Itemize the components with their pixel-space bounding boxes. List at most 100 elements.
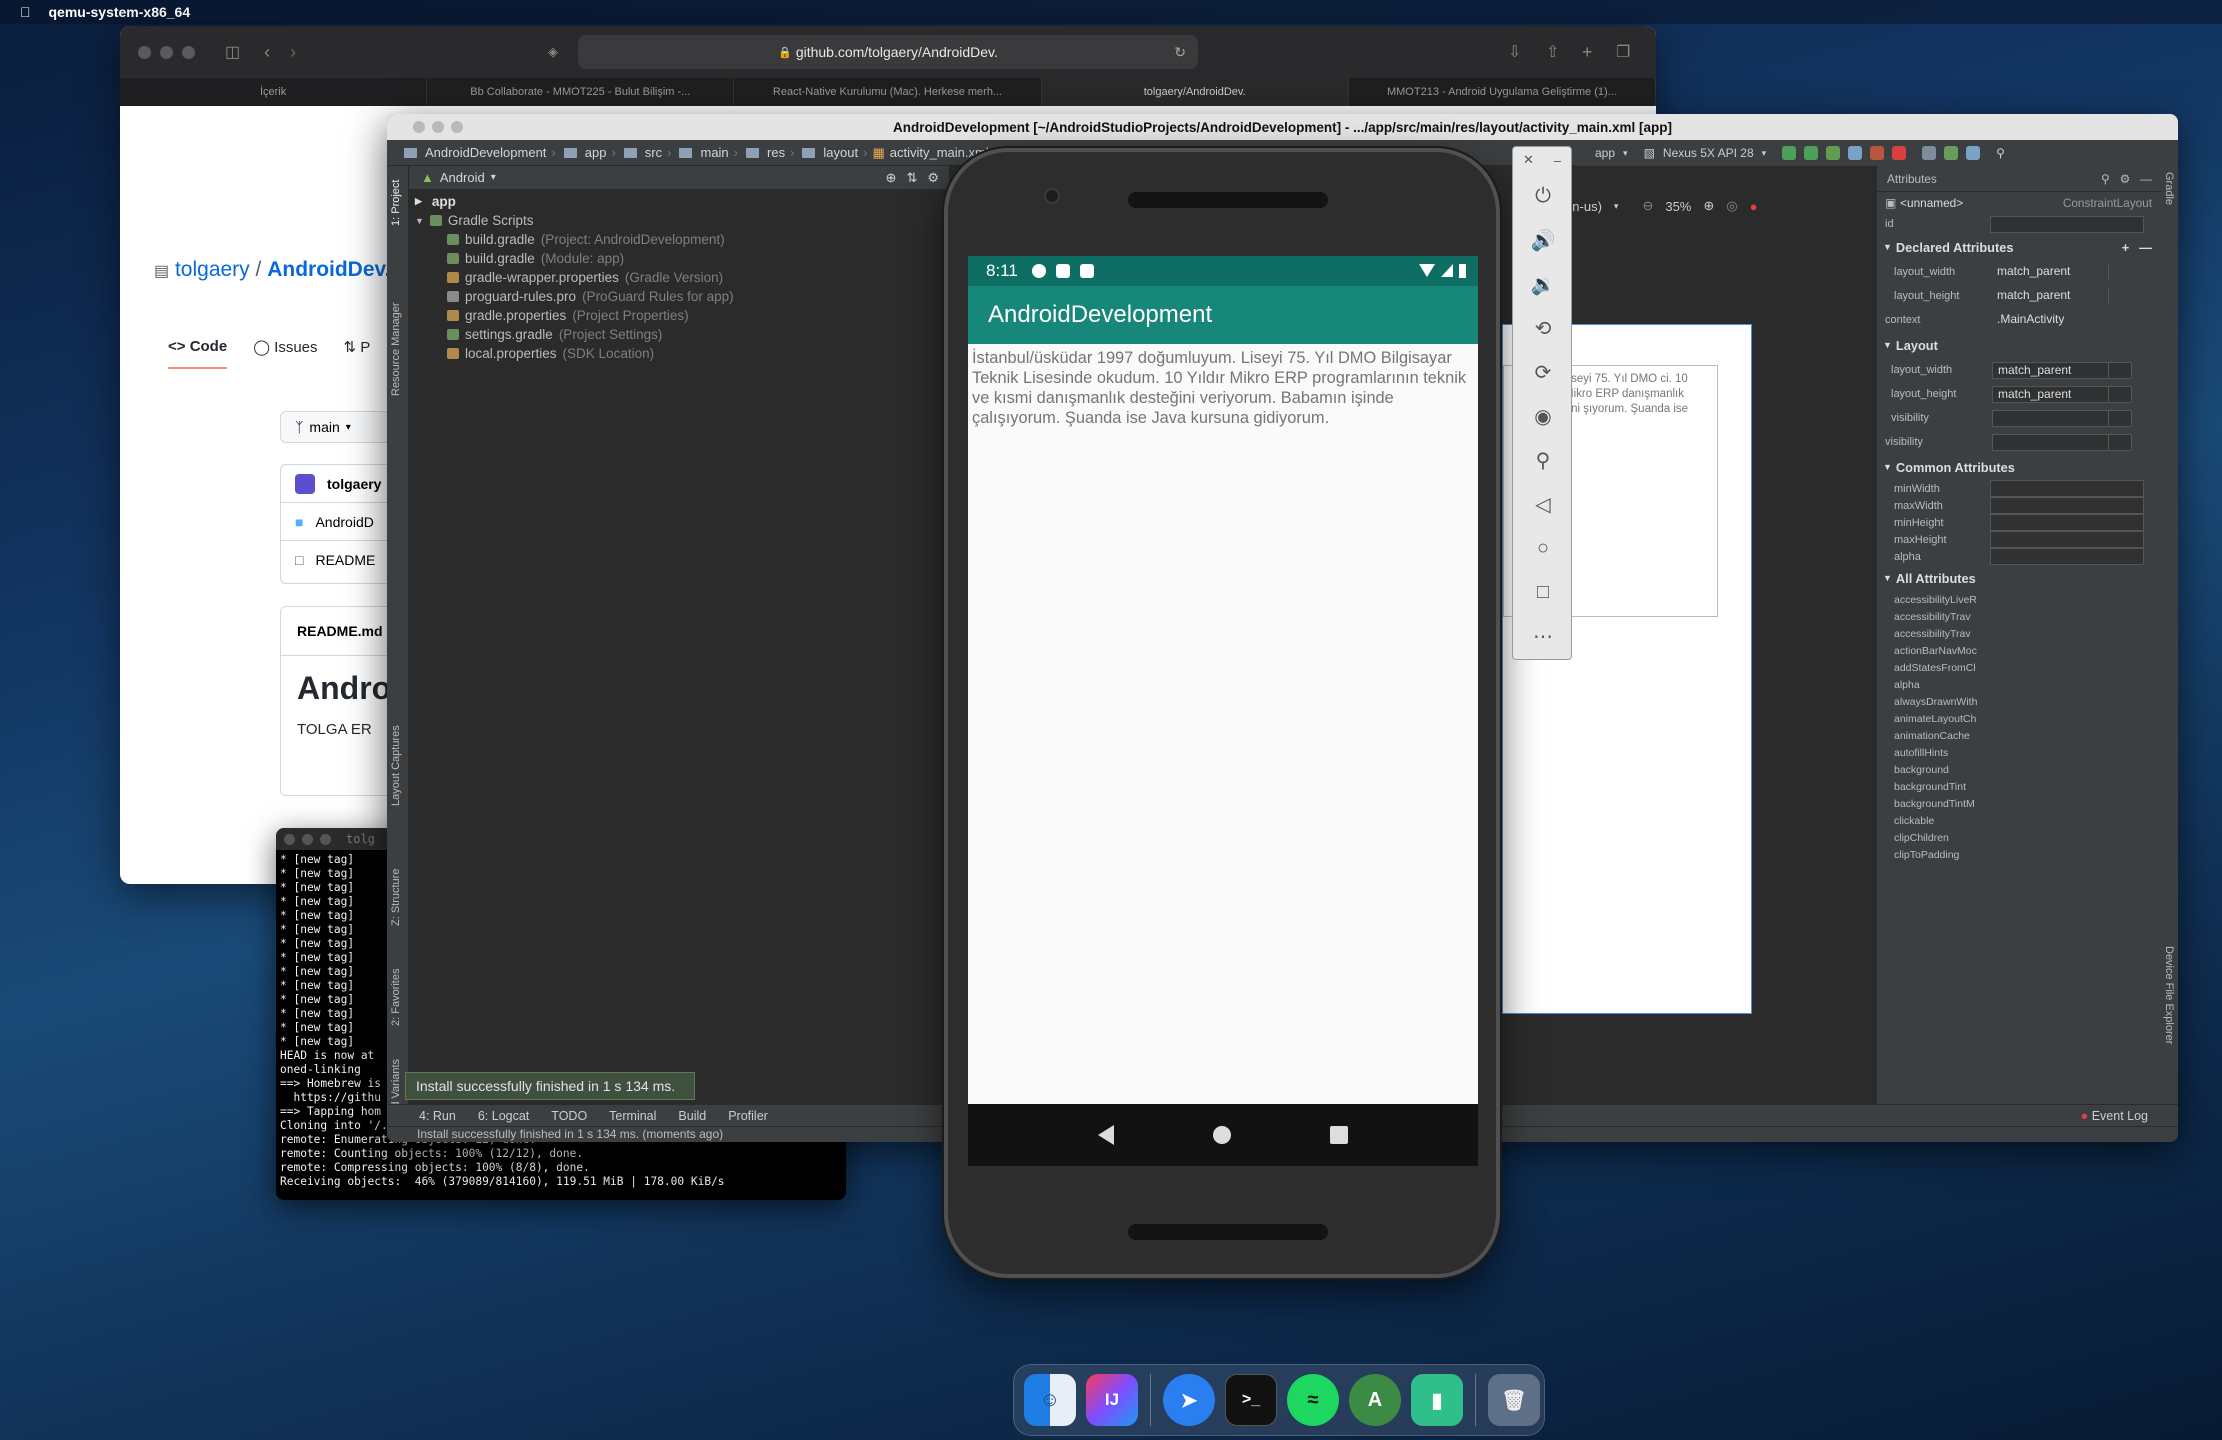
chevron-down-icon[interactable]: ▾ <box>1614 201 1619 212</box>
tool-gradle[interactable]: Gradle <box>2163 172 2175 205</box>
tab-terminal[interactable]: Terminal <box>609 1109 656 1123</box>
sidebar-icon[interactable]: ◫ <box>225 42 240 62</box>
gear-icon[interactable]: ⚙ <box>927 170 939 186</box>
tab-item[interactable]: React-Native Kurulumu (Mac). Herkese mer… <box>734 78 1042 106</box>
section-layout[interactable]: ▼ Layout <box>1877 332 2178 358</box>
tool-device-file-explorer[interactable]: Device File Explorer <box>2163 946 2175 1044</box>
branch-selector[interactable]: ᛉ main ▾ <box>280 411 390 443</box>
attr-value[interactable]: .MainActivity <box>1992 312 2132 329</box>
tool-project[interactable]: 1: Project <box>390 180 402 226</box>
tab-item[interactable]: İçerik <box>120 78 428 106</box>
chevron-down-icon[interactable] <box>2108 385 2132 403</box>
avd-manager-icon[interactable] <box>1944 146 1959 160</box>
trash-icon[interactable]: 🗑 <box>1488 1374 1540 1426</box>
attr-value[interactable] <box>1992 642 2132 659</box>
active-app-name[interactable]: qemu-system-x86_64 <box>49 4 191 20</box>
forward-icon[interactable]: › <box>290 42 296 63</box>
apply-code-changes-icon[interactable] <box>1804 146 1819 160</box>
attr-value[interactable] <box>1992 778 2132 795</box>
section-declared[interactable]: ▼ Declared Attributes + — <box>1877 234 2178 260</box>
terminal-icon[interactable]: >_ <box>1225 1374 1277 1426</box>
attr-input[interactable] <box>1990 514 2144 531</box>
finder-icon[interactable]: ☺ <box>1024 1374 1076 1426</box>
attr-value[interactable] <box>1992 795 2132 812</box>
event-log-tab[interactable]: ● Event Log <box>2081 1109 2148 1123</box>
zoom-in-icon[interactable]: ⊕ <box>1703 198 1714 214</box>
tree-item[interactable]: build.gradle (Module: app) <box>409 249 949 268</box>
intellij-icon[interactable]: IJ <box>1086 1374 1138 1426</box>
attr-value[interactable] <box>1992 608 2132 625</box>
tab-overview-icon[interactable]: ❐ <box>1616 42 1630 62</box>
attr-value[interactable] <box>1992 744 2132 761</box>
overview-icon[interactable]: □ <box>1528 577 1558 607</box>
download-icon[interactable]: ⇩ <box>1508 42 1521 62</box>
tree-item[interactable]: gradle.properties (Project Properties) <box>409 306 949 325</box>
power-icon[interactable]: ⏻ <box>1528 181 1558 211</box>
app-icon[interactable]: ▮ <box>1411 1374 1463 1426</box>
shield-icon[interactable]: ◈ <box>548 44 558 60</box>
close-icon[interactable]: ✕ <box>1523 152 1534 168</box>
camera-icon[interactable]: ◉ <box>1528 401 1558 431</box>
minimize-icon[interactable]: — <box>2140 172 2152 186</box>
tab-issues[interactable]: ◯ Issues <box>253 338 317 369</box>
rotate-left-icon[interactable]: ⟲ <box>1528 313 1558 343</box>
run-config-select[interactable]: app <box>1595 146 1615 160</box>
sdk-manager-icon[interactable] <box>1966 146 1981 160</box>
tree-item[interactable]: ▶ app <box>409 192 949 211</box>
attach-debugger-icon[interactable] <box>1870 146 1885 160</box>
target-icon[interactable]: ⊕ <box>886 170 897 186</box>
tab-logcat[interactable]: 6: Logcat <box>478 1109 529 1123</box>
id-input[interactable] <box>1990 215 2144 233</box>
home-icon[interactable] <box>1212 1126 1231 1144</box>
minimize-button[interactable] <box>302 833 313 845</box>
search-icon[interactable]: ⚲ <box>2101 172 2110 186</box>
chevron-down-icon[interactable] <box>2108 409 2132 427</box>
expand-icon[interactable]: ▶ <box>415 196 422 207</box>
debug-icon[interactable] <box>1826 146 1841 160</box>
close-button[interactable] <box>413 121 425 133</box>
view-mode-select[interactable]: Android <box>440 170 485 185</box>
tab-run[interactable]: 4: Run <box>419 1109 456 1123</box>
tab-code[interactable]: <> Code <box>168 338 228 369</box>
chevron-down-icon[interactable] <box>2108 361 2132 379</box>
chevron-down-icon[interactable] <box>2108 287 2132 305</box>
apple-icon[interactable]:  <box>20 4 31 20</box>
volume-up-icon[interactable]: 🔊 <box>1528 225 1558 255</box>
add-icon[interactable]: + <box>2122 240 2129 255</box>
tool-structure[interactable]: Z: Structure <box>390 869 402 926</box>
attr-value[interactable] <box>1992 727 2132 744</box>
collapse-icon[interactable]: ⇅ <box>906 170 917 186</box>
chevron-down-icon[interactable] <box>2108 263 2132 281</box>
search-icon[interactable]: ⚲ <box>1996 146 2005 160</box>
breadcrumb-item[interactable]: AndroidDevelopment <box>425 145 546 160</box>
minimize-icon[interactable]: – <box>1554 153 1561 168</box>
attr-value[interactable] <box>1992 625 2132 642</box>
profile-icon[interactable] <box>1848 146 1863 160</box>
tree-item[interactable]: gradle-wrapper.properties (Gradle Version… <box>409 268 949 287</box>
close-button[interactable] <box>284 833 295 845</box>
zoom-icon[interactable]: ⚲ <box>1528 445 1558 475</box>
attr-input[interactable] <box>1990 480 2144 497</box>
tab-pull-requests[interactable]: ⇅ P <box>344 338 371 369</box>
attr-input[interactable] <box>1990 497 2144 514</box>
more-icon[interactable]: ⋯ <box>1528 621 1558 651</box>
attr-value[interactable] <box>1992 761 2132 778</box>
tree-item[interactable]: ▼ Gradle Scripts <box>409 211 949 230</box>
tab-profiler[interactable]: Profiler <box>728 1109 768 1123</box>
tree-item[interactable]: local.properties (SDK Location) <box>409 344 949 363</box>
tab-todo[interactable]: TODO <box>551 1109 587 1123</box>
breadcrumb-item[interactable]: app <box>585 145 607 160</box>
minimize-button[interactable] <box>160 45 173 59</box>
attr-value[interactable] <box>1992 710 2132 727</box>
gear-icon[interactable]: ⚙ <box>2120 172 2131 186</box>
collapse-icon[interactable]: ▼ <box>415 216 424 226</box>
section-common[interactable]: ▼ Common Attributes <box>1877 454 2178 480</box>
tool-layout-captures[interactable]: Layout Captures <box>390 725 402 806</box>
breadcrumb-item[interactable]: layout <box>823 145 858 160</box>
attr-value[interactable] <box>1992 659 2132 676</box>
attr-value[interactable] <box>1992 846 2132 863</box>
minimize-button[interactable] <box>432 121 444 133</box>
zoom-button[interactable] <box>182 45 195 59</box>
back-icon[interactable] <box>1097 1125 1114 1145</box>
repo-owner-link[interactable]: tolgaery <box>175 258 250 281</box>
